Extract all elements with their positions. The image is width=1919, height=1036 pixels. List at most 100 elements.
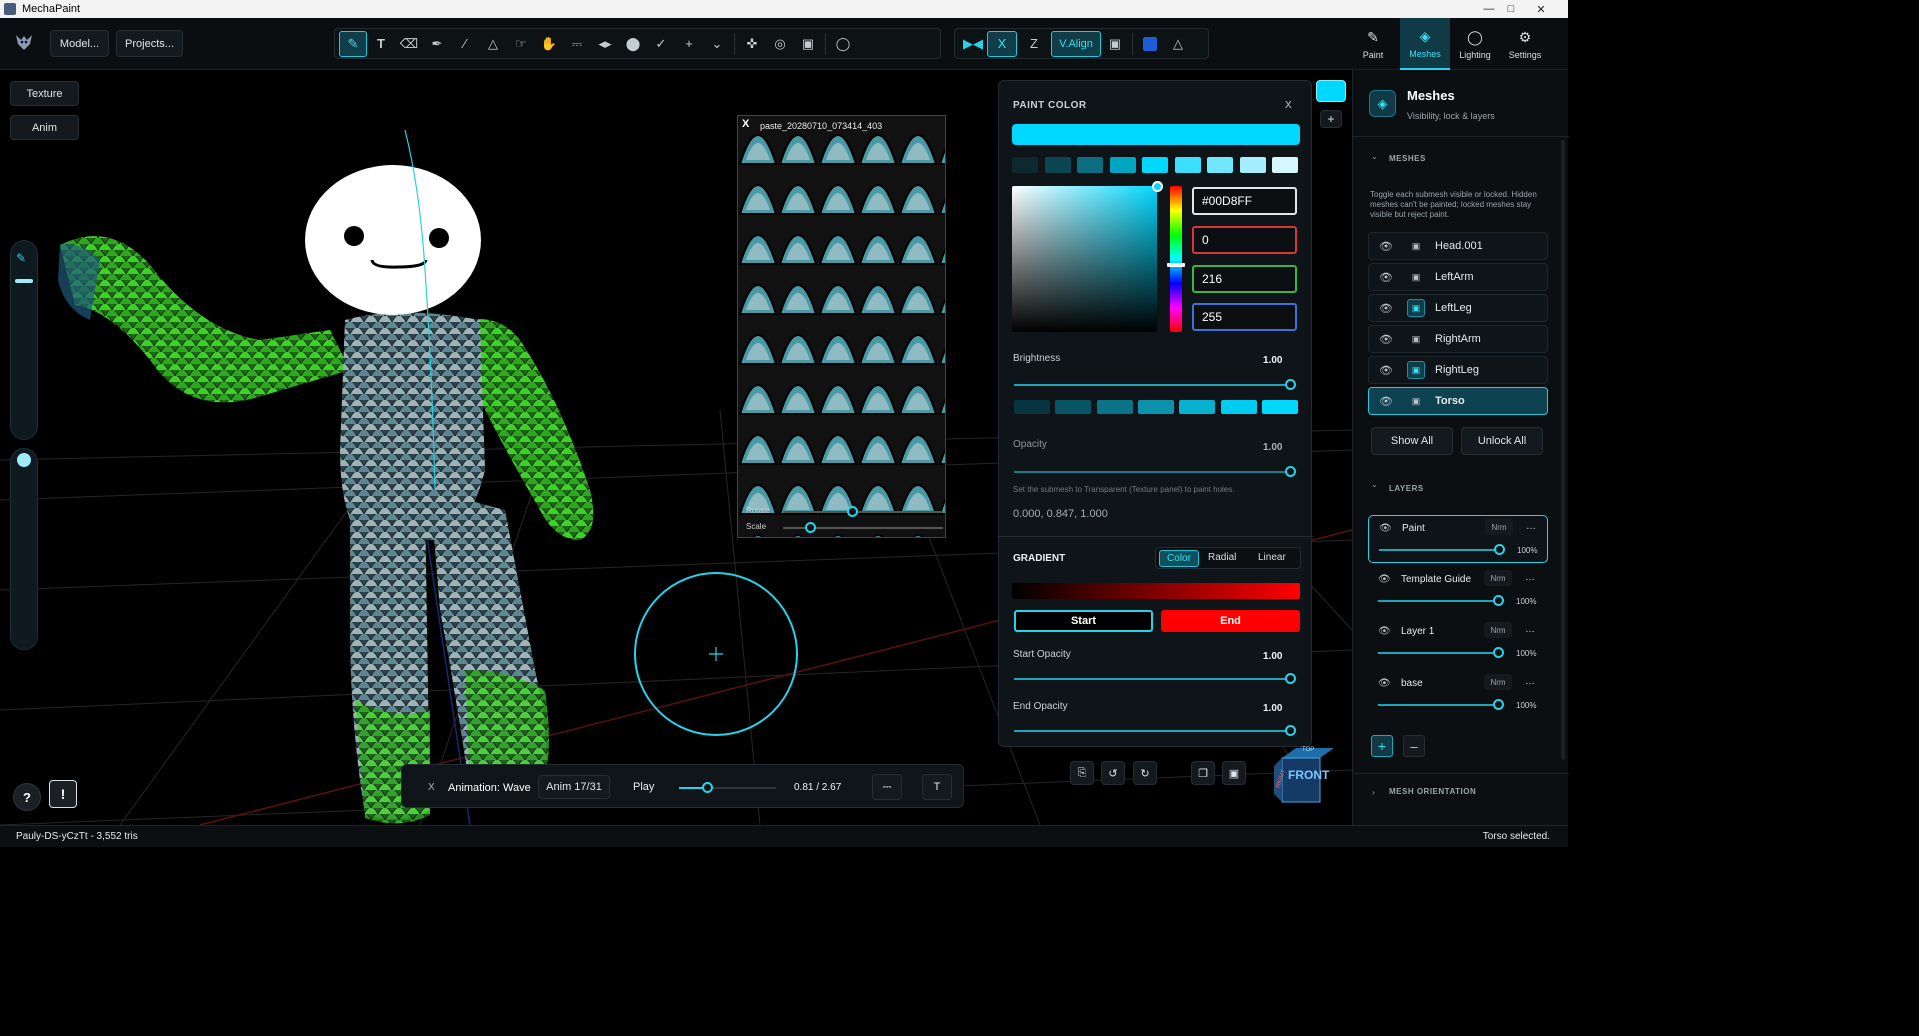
picker-tool-button[interactable]: ✓	[647, 31, 675, 57]
target-tool-button[interactable]: ✜	[738, 31, 766, 57]
color-swatch[interactable]	[1272, 157, 1298, 173]
clipboard-icon[interactable]: ⎘	[1070, 761, 1094, 785]
color-swatch-button[interactable]	[1136, 31, 1164, 57]
tab-paint[interactable]: ✎ Paint	[1348, 18, 1398, 70]
color-swatch[interactable]	[1174, 157, 1201, 173]
mirror-tool-button[interactable]: ◂▸	[591, 31, 619, 57]
shade-swatch[interactable]	[1137, 400, 1174, 414]
color-swatch[interactable]	[1142, 157, 1168, 173]
hex-input[interactable]: #00D8FF	[1192, 187, 1297, 215]
crosshair-tool-button[interactable]: ◎	[766, 31, 794, 57]
projects-menu-button[interactable]: Projects...	[116, 30, 183, 57]
smudge-tool-button[interactable]: ☞	[507, 31, 535, 57]
more-icon[interactable]: …	[1525, 676, 1535, 687]
3d-viewport[interactable]: Texture Anim ✎ X paste_20280710_073414_4…	[0, 70, 1352, 825]
brush-size-slider[interactable]: ✎	[10, 240, 38, 440]
help-button[interactable]: ?	[13, 783, 41, 811]
mirror-axis-icon[interactable]: ▶◀	[959, 31, 987, 57]
blend-mode-button[interactable]: Nrm	[1484, 622, 1512, 638]
mode-color-button[interactable]: Color	[1159, 550, 1199, 567]
lock-tool-button[interactable]: ▣	[794, 31, 822, 57]
color-swatch[interactable]	[1239, 157, 1266, 173]
blend-mode-button[interactable]: Nrm	[1484, 570, 1512, 586]
hand-tool-button[interactable]: ✋	[535, 31, 563, 57]
text-tool-button[interactable]: T	[367, 31, 395, 57]
gradient-end-button[interactable]: End	[1161, 610, 1300, 632]
texture-button[interactable]: Texture	[10, 81, 79, 106]
shade-swatch[interactable]	[1014, 400, 1050, 414]
axis-z-button[interactable]: Z	[1017, 31, 1051, 57]
eye-icon[interactable]: 👁	[1378, 626, 1391, 637]
stamp-tool-button[interactable]: ⎓	[563, 31, 591, 57]
saturation-picker[interactable]	[1012, 181, 1163, 332]
alert-button[interactable]: !	[49, 780, 77, 808]
eye-icon[interactable]: 👁	[1379, 395, 1399, 408]
anim-counter-button[interactable]: Anim 17/31	[538, 775, 610, 799]
blue-input[interactable]: 255	[1192, 303, 1297, 331]
mode-radial-button[interactable]: Radial	[1208, 552, 1236, 563]
remove-layer-button[interactable]: –	[1403, 735, 1425, 757]
lock-icon[interactable]: ▣	[1407, 361, 1425, 379]
lock-icon[interactable]: ▣	[1222, 761, 1246, 785]
shade-swatch[interactable]	[1096, 400, 1133, 414]
hue-handle[interactable]	[1167, 263, 1185, 267]
layer-row[interactable]: 👁 base Nrm … 100%	[1368, 671, 1548, 719]
copy-icon[interactable]: ❐	[1191, 761, 1215, 785]
tab-lighting[interactable]: ◯ Lighting	[1450, 18, 1500, 70]
lock-icon[interactable]: ▣	[1407, 268, 1425, 286]
layer-row[interactable]: 👁 Paint Nrm … 100%	[1368, 515, 1548, 563]
axis-x-button[interactable]: X	[987, 30, 1017, 57]
eye-icon[interactable]: 👁	[1379, 302, 1399, 315]
add-color-button[interactable]: +	[1320, 110, 1342, 128]
hue-slider[interactable]	[1167, 186, 1185, 332]
brush-opacity-slider[interactable]	[10, 448, 38, 650]
layer-opacity-slider[interactable]	[1378, 600, 1498, 602]
tab-settings[interactable]: ⚙ Settings	[1500, 18, 1550, 70]
rotate-slider[interactable]	[783, 506, 943, 517]
shade-swatch[interactable]	[1220, 400, 1257, 414]
green-input[interactable]: 216	[1192, 265, 1297, 293]
add-tool-button[interactable]: +	[675, 31, 703, 57]
tab-meshes[interactable]: ◈ Meshes	[1400, 18, 1450, 70]
color-swatch[interactable]	[1012, 157, 1038, 173]
color-swatch[interactable]	[1077, 157, 1103, 173]
slider-handle[interactable]	[1494, 544, 1505, 555]
lock-icon[interactable]: ▣	[1407, 237, 1425, 255]
pen-tool-button[interactable]: ✒	[423, 31, 451, 57]
chevron-right-icon[interactable]: ›	[1372, 788, 1375, 797]
add-layer-button[interactable]: +	[1371, 735, 1393, 757]
close-panel-button[interactable]: X	[1285, 100, 1292, 111]
model-menu-button[interactable]: Model...	[50, 30, 109, 57]
layers-section-label[interactable]: LAYERS	[1389, 484, 1424, 493]
mesh-row[interactable]: 👁 ▣ LeftArm	[1368, 263, 1548, 291]
brush-size-handle[interactable]	[15, 279, 33, 283]
eye-icon[interactable]: 👁	[1379, 271, 1399, 284]
more-icon[interactable]: …	[1526, 521, 1536, 532]
gradient-start-button[interactable]: Start	[1014, 610, 1153, 632]
eye-icon[interactable]: 👁	[1378, 678, 1391, 689]
shade-swatch[interactable]	[1261, 400, 1298, 414]
end-opacity-slider[interactable]	[1014, 725, 1296, 736]
layer-row[interactable]: 👁 Template Guide Nrm … 100%	[1368, 567, 1548, 615]
layer-row[interactable]: 👁 Layer 1 Nrm … 100%	[1368, 619, 1548, 667]
eye-icon[interactable]: 👁	[1379, 240, 1399, 253]
brightness-slider[interactable]	[1014, 379, 1296, 390]
layer-opacity-slider[interactable]	[1378, 704, 1498, 706]
color-swatch[interactable]	[1207, 157, 1233, 173]
more-icon[interactable]: …	[1525, 572, 1535, 583]
reference-image-panel[interactable]: X paste_20280710_073414_403 Rotate Scale	[737, 115, 946, 538]
anim-t-button[interactable]: T	[922, 774, 952, 800]
blob-tool-button[interactable]: ⬤	[619, 31, 647, 57]
scrollbar[interactable]	[1561, 140, 1565, 760]
flask-icon[interactable]: △	[1164, 31, 1192, 57]
meshes-section-label[interactable]: MESHES	[1389, 154, 1426, 163]
maximize-button[interactable]: □	[1496, 0, 1526, 18]
mesh-row[interactable]: 👁 ▣ LeftLeg	[1368, 294, 1548, 322]
view-gizmo[interactable]: FRONT TOP RIGHT	[1274, 746, 1334, 804]
eye-icon[interactable]: 👁	[1379, 523, 1392, 534]
shade-swatch[interactable]	[1179, 400, 1216, 414]
layer-opacity-slider[interactable]	[1378, 652, 1498, 654]
color-swatch[interactable]	[1109, 157, 1136, 173]
scale-slider[interactable]	[783, 522, 943, 533]
eye-icon[interactable]: 👁	[1378, 574, 1391, 585]
